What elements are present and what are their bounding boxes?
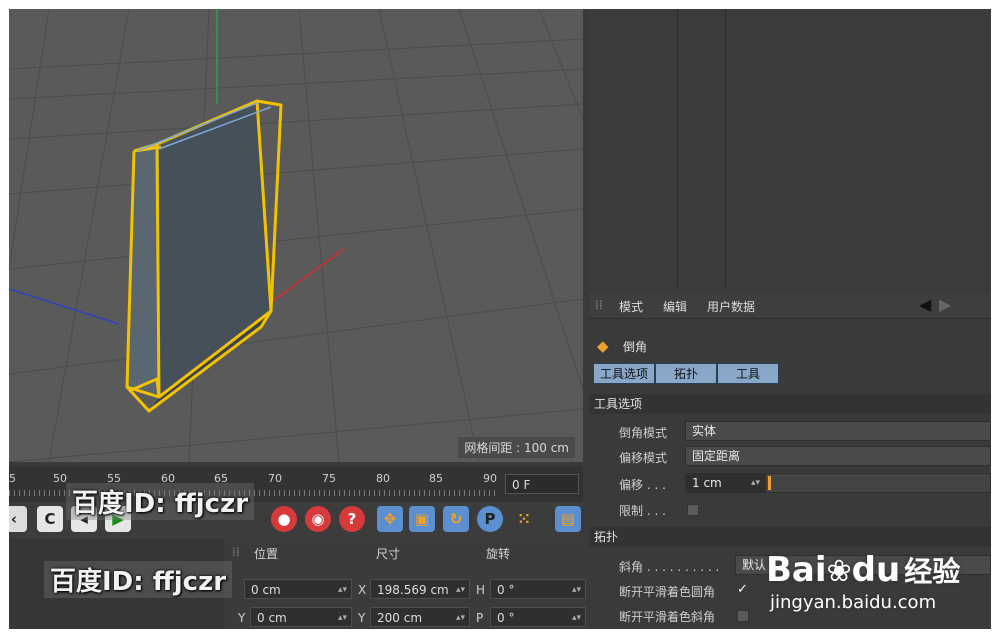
param-icon[interactable]: P (477, 506, 503, 532)
x-axis-line (268, 248, 345, 305)
panel-grip-icon: ⁞⁞ (595, 298, 603, 312)
limit-checkbox[interactable] (687, 504, 699, 516)
baidu-logo-text: Bai (766, 550, 827, 590)
bevel-tool-icon: ◆ (597, 337, 609, 355)
app-window: 网格间距 : 100 cm 5 50 55 60 65 70 75 80 85 … (9, 9, 991, 629)
rotation-p-field[interactable]: 0 ° ▴▾ (490, 607, 586, 627)
position-y-field[interactable]: 0 cm ▴▾ (250, 607, 352, 627)
paw-icon: ❀ (826, 554, 852, 589)
menu-user-data[interactable]: 用户数据 (707, 298, 755, 315)
watermark-url: jingyan.baidu.com (770, 592, 937, 613)
ruler-tick-label: 90 (483, 472, 497, 485)
section-tool-options: 工具选项 (589, 394, 991, 414)
position-x-field[interactable]: 0 cm ▴▾ (244, 579, 352, 599)
bevel-mode-dropdown[interactable]: 实体 (685, 421, 991, 441)
play-back-icon[interactable]: C (37, 506, 63, 532)
attribute-menubar: ⁞⁞ 模式 编辑 用户数据 ◀ ▶ (589, 292, 991, 319)
ruler-tick-label: 5 (9, 472, 16, 485)
viewport-3d[interactable]: 网格间距 : 100 cm (9, 9, 583, 462)
ruler-tick-label: 75 (322, 472, 336, 485)
baidu-logo-text: du (851, 550, 901, 590)
ruler-tick-label: 85 (429, 472, 443, 485)
rotation-header: 旋转 (486, 547, 511, 561)
offset-slider[interactable] (765, 473, 991, 493)
offset-field[interactable]: 1 cm ▴▾ (685, 473, 765, 493)
break-phong-miter-label: 断开平滑着色斜角 (619, 610, 716, 624)
panel-grip-icon: ⁞⁞ (232, 545, 240, 559)
size-y-field[interactable]: 200 cm ▴▾ (370, 607, 470, 627)
ruler-tick-label: 80 (376, 472, 390, 485)
size-header: 尺寸 (376, 547, 401, 561)
break-phong-rounding-checkbox[interactable]: ✓ (737, 582, 748, 597)
forward-arrow-icon[interactable]: ▶ (939, 295, 951, 314)
menu-mode[interactable]: 模式 (619, 298, 643, 315)
break-phong-rounding-label: 断开平滑着色圆角 (619, 585, 716, 599)
offset-mode-label: 偏移模式 (619, 451, 668, 465)
back-arrow-icon[interactable]: ◀ (919, 295, 931, 314)
help-icon[interactable]: ? (339, 506, 365, 532)
grid-spacing-label: 网格间距 : 100 cm (458, 437, 575, 458)
offset-mode-dropdown[interactable]: 固定距离 (685, 446, 991, 466)
film-icon[interactable]: ▤ (555, 506, 581, 532)
size-x-field[interactable]: 198.569 cm ▴▾ (370, 579, 470, 599)
watermark-baidu-id: 百度ID: ffjczr (44, 561, 233, 598)
ruler-tick-label: 50 (53, 472, 67, 485)
bevel-mode-label: 倒角模式 (619, 426, 668, 440)
scale-icon[interactable]: ▣ (409, 506, 435, 532)
tab-tool[interactable]: 工具 (717, 363, 779, 384)
position-header: 位置 (254, 547, 279, 561)
watermark-baidu-id: 百度ID: ffjczr (66, 483, 255, 520)
position-axis-label: Y (238, 611, 246, 625)
z-axis-line (9, 288, 120, 325)
coordinates-panel: ⁞⁞ 位置 尺寸 旋转 0 cm ▴▾ X 198.569 cm ▴▾ H 0 ° ▴… (224, 539, 586, 629)
section-topology: 拓扑 (589, 527, 991, 547)
object-manager[interactable] (589, 9, 991, 287)
size-axis-label: X (358, 583, 367, 597)
current-frame-field[interactable]: 0 F (505, 474, 579, 494)
tab-topology[interactable]: 拓扑 (655, 363, 717, 384)
offset-slider-handle[interactable] (768, 476, 771, 490)
rotation-axis-label: H (476, 583, 486, 597)
tab-tool-options[interactable]: 工具选项 (593, 363, 655, 384)
break-phong-miter-checkbox[interactable] (737, 610, 749, 622)
menu-edit[interactable]: 编辑 (663, 298, 687, 315)
points-icon[interactable]: ⁙ (511, 506, 537, 532)
tool-name: 倒角 (623, 340, 648, 354)
miter-label: 斜角 . . . . . . . . . . (619, 560, 720, 574)
limit-label: 限制 . . . (619, 504, 666, 518)
keyframe-icon[interactable]: ◉ (305, 506, 331, 532)
autokey-icon[interactable]: ● (271, 506, 297, 532)
move-icon[interactable]: ✥ (377, 506, 403, 532)
offset-label: 偏移 . . . (619, 478, 666, 492)
ruler-tick-label: 70 (268, 472, 282, 485)
baidu-jingyan-text: 经验 (904, 555, 961, 588)
size-axis-label: Y (358, 611, 366, 625)
baidu-logo: Bai❀du 经验 (766, 550, 960, 590)
viewport-scene (9, 9, 583, 462)
rotation-h-field[interactable]: 0 ° ▴▾ (490, 579, 586, 599)
rotate-icon[interactable]: ↻ (443, 506, 469, 532)
rotation-axis-label: P (476, 611, 484, 625)
record-keys-icon[interactable]: ‹ (9, 506, 27, 532)
